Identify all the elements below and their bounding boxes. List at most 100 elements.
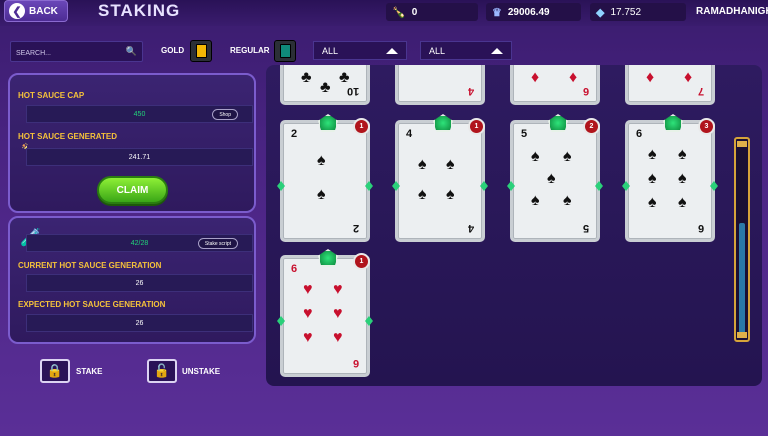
card-rank: 2 — [291, 128, 298, 140]
hot-sauce-generated-value: 241.71 — [128, 153, 151, 161]
spade-icon: ♠ — [648, 146, 657, 163]
scroll-up-cap — [737, 141, 747, 147]
lock-icon: 🔒 — [46, 363, 64, 378]
sauce-balance-value: 0 — [411, 6, 418, 18]
sauce-bottle-icon: 🍾 — [392, 6, 406, 19]
scroll-down-cap — [737, 332, 747, 338]
spade-icon: ♠ — [446, 156, 455, 173]
expected-generation-field: 26 — [26, 314, 253, 332]
gem-icon — [710, 181, 718, 191]
card-rank: 4 — [467, 222, 474, 234]
diamond-icon: ♦ — [531, 69, 540, 86]
card-count-badge: 1 — [353, 253, 370, 270]
stake-button[interactable]: 🔒 — [40, 359, 70, 383]
chevron-up-icon — [386, 47, 398, 54]
card-count-badge: 3 — [698, 118, 715, 135]
card-item[interactable]: 7 ♦ ♦ — [625, 65, 715, 105]
search-box: 🔍 — [10, 41, 143, 63]
expected-generation-value: 26 — [135, 319, 144, 327]
card-rank: 10 — [346, 85, 359, 97]
emerald-gem-icon — [548, 114, 568, 132]
heart-icon: ♥ — [333, 329, 343, 346]
back-label: BACK — [29, 5, 58, 17]
spade-icon: ♠ — [531, 192, 540, 209]
regular-label: REGULAR — [230, 46, 270, 55]
card-rank: 5 — [582, 222, 589, 234]
scrollbar-thumb[interactable] — [739, 223, 745, 335]
emerald-gem-icon — [663, 114, 683, 132]
gem-icon — [622, 181, 630, 191]
search-icon[interactable]: 🔍 — [126, 46, 137, 57]
card-rank: 6 — [582, 85, 589, 97]
heart-icon: ♥ — [333, 305, 343, 322]
spade-icon: ♠ — [547, 170, 556, 187]
rarity-dropdown-value: ALL — [322, 45, 339, 56]
gold-filter-toggle[interactable] — [190, 40, 212, 62]
spade-icon: ♠ — [678, 170, 687, 187]
card-item[interactable]: 4 — [395, 65, 485, 105]
crowns-icon: ♛ — [492, 6, 502, 19]
diamond-icon: ♦ — [684, 69, 693, 86]
rarity-dropdown[interactable]: ALL — [313, 41, 407, 60]
card-rank: 2 — [352, 222, 359, 234]
current-generation-label: CURRENT HOT SAUCE GENERATION — [18, 261, 162, 270]
spade-icon: ♠ — [678, 146, 687, 163]
card-rank: 5 — [521, 128, 528, 140]
card-item[interactable]: 1 4 4 ♠ ♠ ♠ ♠ — [392, 114, 488, 242]
hot-sauce-cap-value: 450 — [133, 110, 146, 118]
heart-icon: ♥ — [333, 281, 343, 298]
card-count-badge: 1 — [468, 118, 485, 135]
unlock-icon: 🔓 — [153, 363, 171, 378]
spade-icon: ♠ — [648, 194, 657, 211]
spade-icon: ♠ — [418, 156, 427, 173]
suit-dropdown-value: ALL — [429, 45, 446, 56]
spade-icon: ♠ — [446, 186, 455, 203]
card-item[interactable]: 6 ♦ ♦ — [510, 65, 600, 105]
emerald-gem-icon — [318, 249, 338, 267]
card-rank: 6 — [636, 128, 643, 140]
generation-panel: 🧪 42/28 Stake script CURRENT HOT SAUCE G… — [8, 216, 256, 344]
gem-icon — [365, 316, 373, 326]
gem-icon — [595, 181, 603, 191]
club-icon: ♣ — [301, 69, 312, 86]
suit-dropdown[interactable]: ALL — [420, 41, 512, 60]
hot-sauce-generated-field: 241.71 — [26, 148, 253, 166]
stake-script-button[interactable]: Stake script — [197, 238, 238, 249]
back-button[interactable]: ❮ BACK — [4, 0, 68, 22]
card-item[interactable]: 10 ♣ ♣ ♣ — [280, 65, 370, 105]
gem-icon — [392, 181, 400, 191]
claim-button[interactable]: CLAIM — [97, 176, 168, 204]
top-bar: ❮ BACK STAKING 🍾 0 ♛ 29006.49 ◆ 17.752 R… — [0, 0, 768, 26]
regular-filter-toggle[interactable] — [274, 40, 296, 62]
card-item[interactable]: 1 6 6 ♥ ♥ ♥ ♥ ♥ ♥ — [277, 249, 373, 377]
hot-sauce-cap-label: HOT SAUCE CAP — [18, 91, 85, 100]
spade-icon: ♠ — [418, 186, 427, 203]
back-arrow-icon: ❮ — [9, 3, 25, 19]
gem-icon — [277, 316, 285, 326]
card-rank: 6 — [352, 357, 359, 369]
card-item[interactable]: 2 5 5 ♠ ♠ ♠ ♠ ♠ — [507, 114, 603, 242]
current-generation-field: 26 — [26, 274, 253, 292]
crowns-balance: ♛ 29006.49 — [486, 3, 581, 21]
staked-cards-value: 42/28 — [130, 239, 149, 247]
ticket-balance-value: 17.752 — [610, 6, 642, 18]
card-item[interactable]: 3 6 6 ♠ ♠ ♠ ♠ ♠ ♠ — [622, 114, 718, 242]
card-item[interactable]: 1 2 2 ♠ ♠ — [277, 114, 373, 242]
card-grid-scrollbar[interactable] — [734, 137, 750, 342]
card-rank: 6 — [291, 263, 298, 275]
search-input[interactable] — [11, 44, 121, 63]
gem-icon — [277, 181, 285, 191]
gem-icon — [480, 181, 488, 191]
heart-icon: ♥ — [303, 281, 313, 298]
shop-button[interactable]: Shop — [212, 109, 238, 120]
spade-icon: ♠ — [648, 170, 657, 187]
expected-generation-label: EXPECTED HOT SAUCE GENERATION — [18, 300, 166, 309]
username: RAMADHANIGH — [696, 6, 768, 17]
sauce-balance: 🍾 0 — [386, 3, 478, 21]
stake-label: STAKE — [76, 367, 103, 376]
spade-icon: ♠ — [678, 194, 687, 211]
diamond-icon: ♦ — [646, 69, 655, 86]
unstake-button[interactable]: 🔓 — [147, 359, 177, 383]
gem-icon — [507, 181, 515, 191]
card-count-badge: 2 — [583, 118, 600, 135]
